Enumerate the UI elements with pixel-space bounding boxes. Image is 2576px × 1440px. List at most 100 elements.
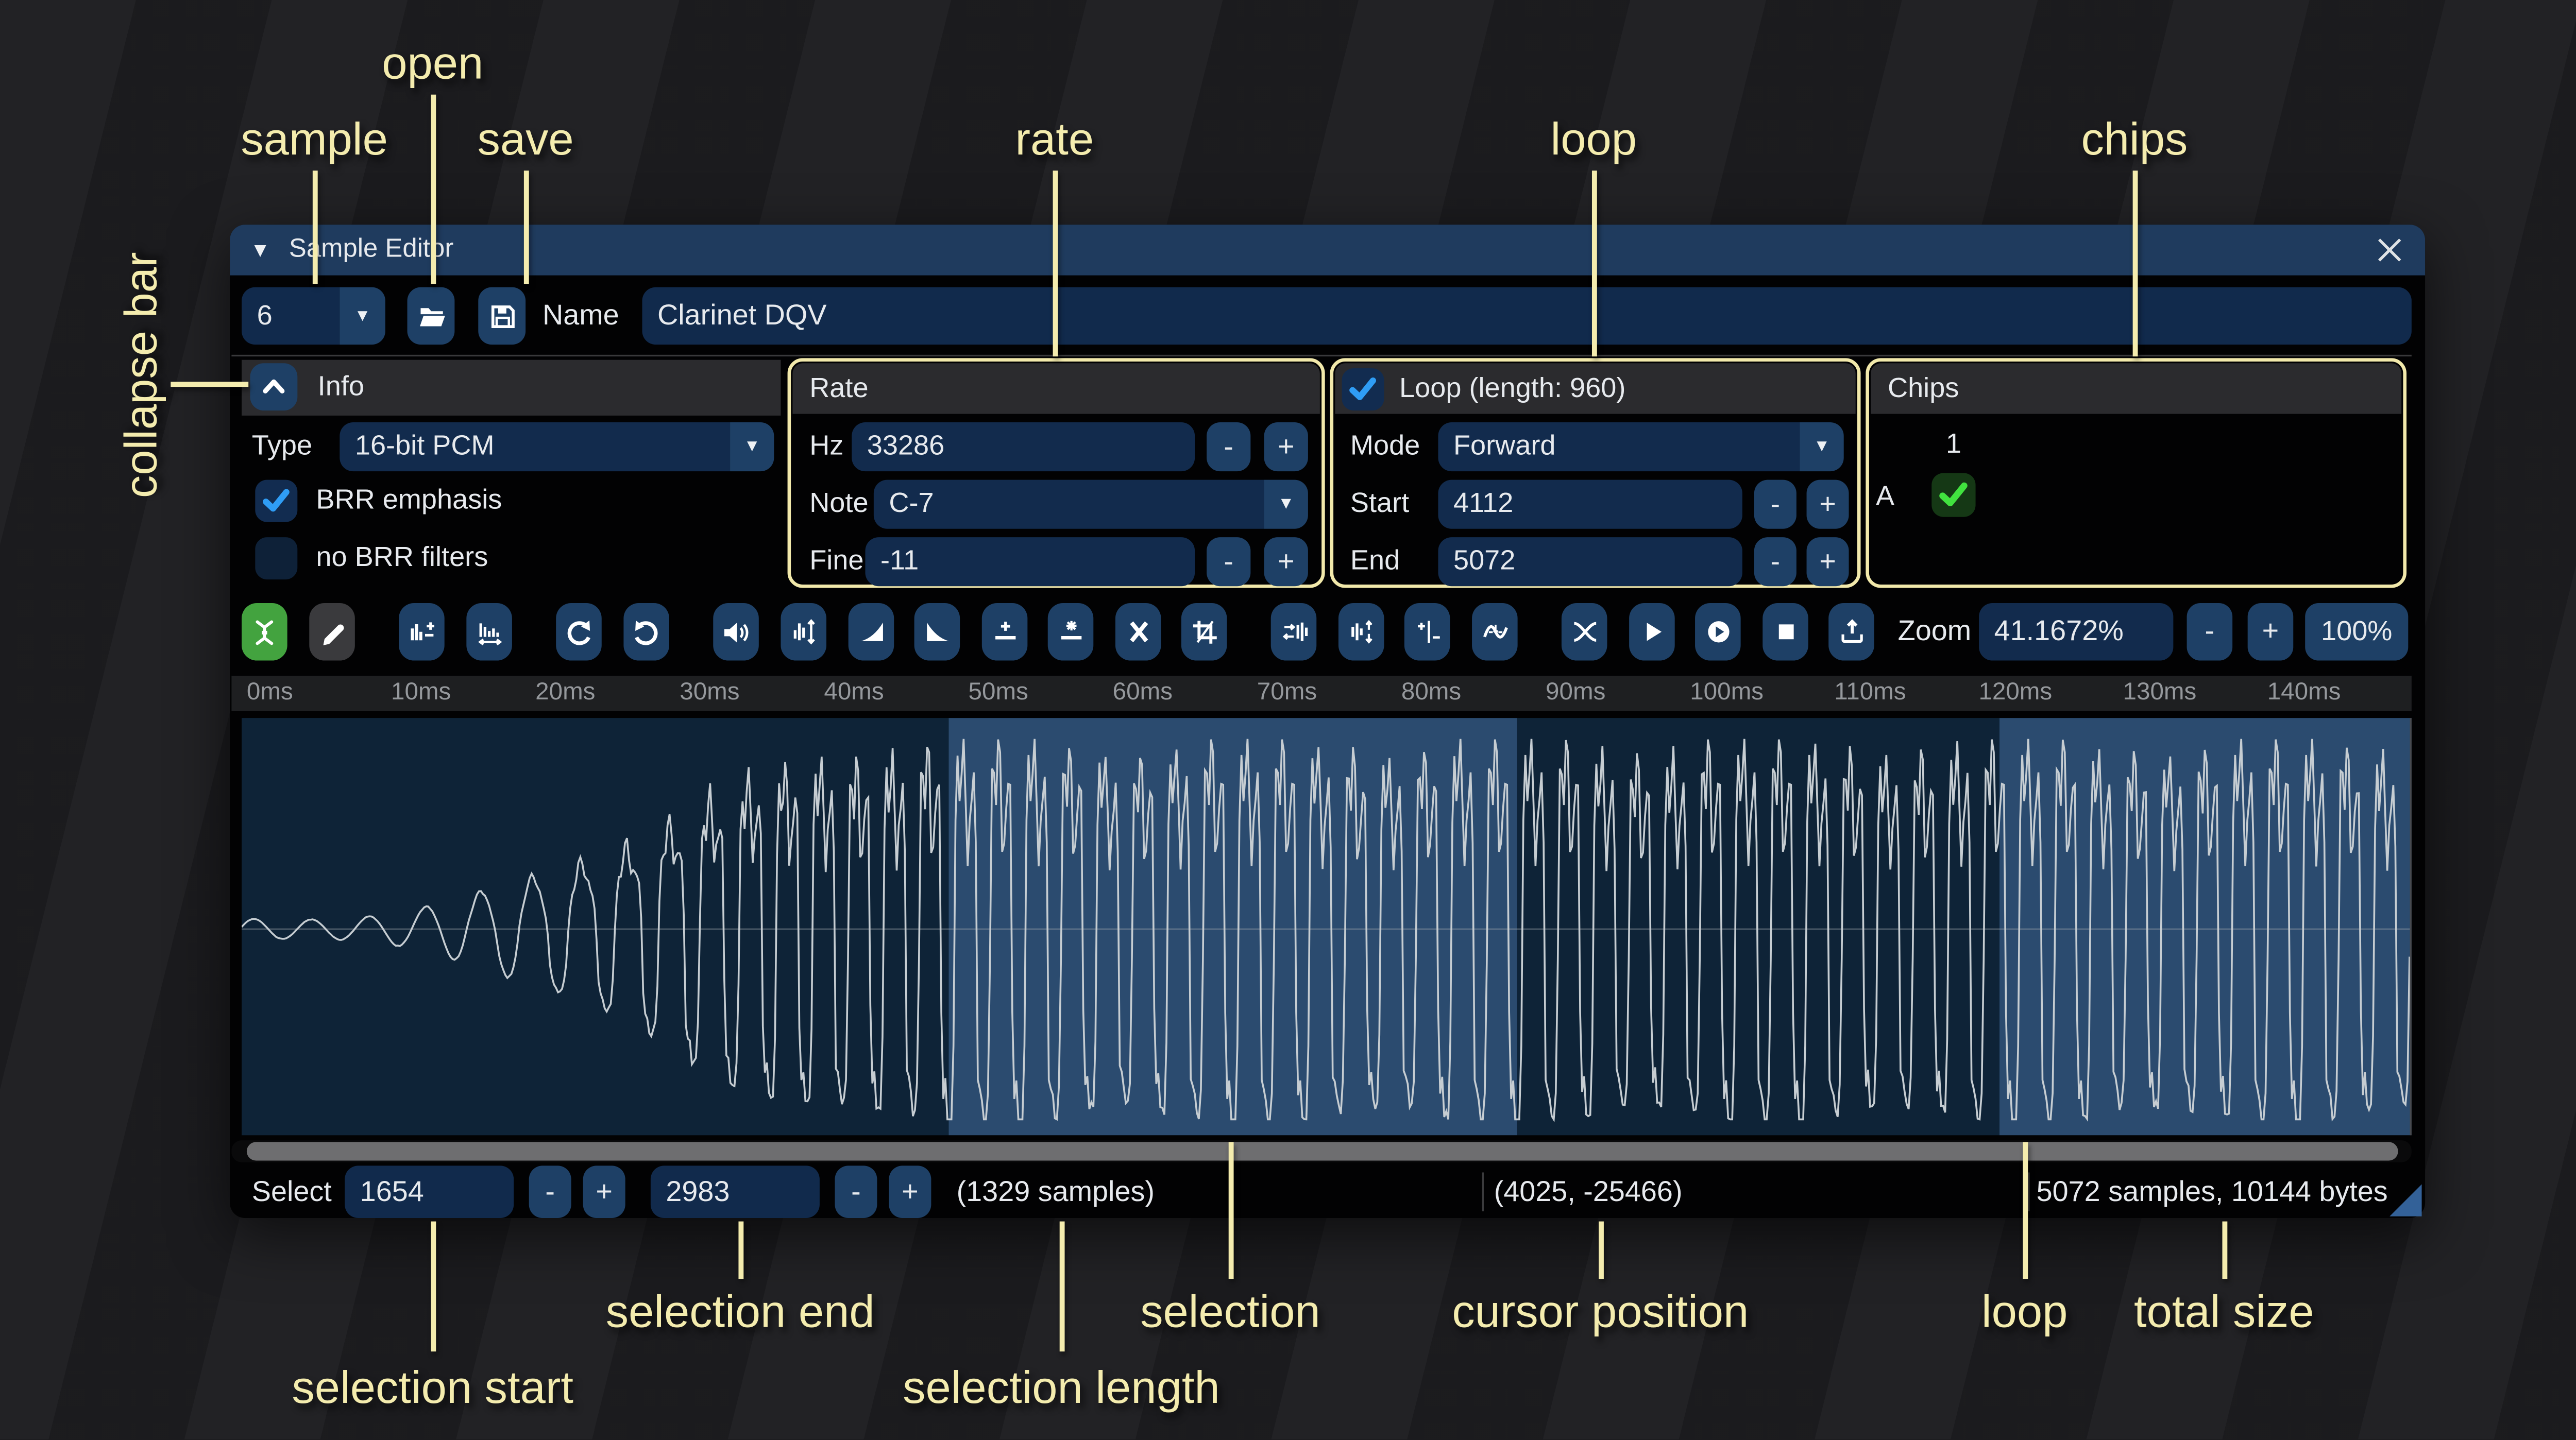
waveform-display[interactable] xyxy=(242,718,2412,1135)
fade-out-button[interactable] xyxy=(914,603,960,661)
fade-in-button[interactable] xyxy=(849,603,894,661)
waveform-scrollbar[interactable] xyxy=(231,1139,2411,1161)
ruler-tick: 90ms xyxy=(1546,679,1605,706)
brr-emphasis-checkbox[interactable] xyxy=(255,480,297,522)
sample-name-input[interactable]: Clarinet DQV xyxy=(642,287,2411,345)
annotation-line xyxy=(2022,1142,2027,1279)
titlebar[interactable] xyxy=(229,225,2424,275)
trim-button[interactable] xyxy=(1181,603,1227,661)
zoom-reset-button[interactable]: 100% xyxy=(2305,603,2408,661)
selection-end-increment-button[interactable]: + xyxy=(889,1165,931,1218)
annotation-line xyxy=(430,1222,435,1352)
ruler-tick: 50ms xyxy=(969,679,1028,706)
loop-end-increment-button[interactable]: + xyxy=(1807,537,1849,586)
fine-input[interactable]: -11 xyxy=(865,537,1195,586)
note-dropdown-button[interactable]: ▼ xyxy=(1264,480,1308,529)
window-resize-grip[interactable] xyxy=(2389,1184,2421,1216)
scrollbar-thumb[interactable] xyxy=(247,1141,2398,1160)
draw-pencil-button[interactable] xyxy=(309,603,355,661)
redo-button[interactable] xyxy=(623,603,669,661)
crossfade-loop-button[interactable] xyxy=(1562,603,1607,661)
invert-button[interactable] xyxy=(1338,603,1384,661)
close-icon[interactable] xyxy=(2375,235,2405,265)
window-collapse-icon[interactable]: ▼ xyxy=(242,225,279,275)
waveform-canvas[interactable] xyxy=(242,718,2410,1135)
fine-increment-button[interactable]: + xyxy=(1264,537,1308,586)
loop-end-decrement-button[interactable]: - xyxy=(1754,537,1797,586)
note-select[interactable]: C-7 xyxy=(874,480,1264,529)
ruler-tick: 0ms xyxy=(247,679,293,706)
no-brr-filters-checkbox[interactable] xyxy=(255,537,297,579)
zoom-in-button[interactable]: + xyxy=(2248,603,2294,661)
reverse-button[interactable] xyxy=(1271,603,1317,661)
selection-end-decrement-button[interactable]: - xyxy=(835,1165,877,1218)
edit-select-button[interactable] xyxy=(242,603,287,661)
undo-button[interactable] xyxy=(556,603,602,661)
crop-icon xyxy=(1191,619,1217,645)
annotation-selection: selection xyxy=(1140,1287,1320,1339)
apply-silence-button[interactable] xyxy=(1048,603,1094,661)
amplify-button[interactable] xyxy=(713,603,759,661)
export-button[interactable] xyxy=(1828,603,1874,661)
checkmark-icon xyxy=(260,485,292,517)
zoom-out-button[interactable]: - xyxy=(2187,603,2233,661)
sample-type-dropdown-button[interactable]: ▼ xyxy=(730,422,774,471)
save-sample-button[interactable] xyxy=(478,287,526,345)
selection-start-increment-button[interactable]: + xyxy=(583,1165,625,1218)
loop-mode-select[interactable]: Forward xyxy=(1438,422,1800,471)
hz-increment-button[interactable]: + xyxy=(1264,422,1308,471)
chips-panel-title: Chips xyxy=(1888,372,1959,404)
stop-button[interactable] xyxy=(1762,603,1808,661)
loop-mode-dropdown-button[interactable]: ▼ xyxy=(1800,422,1843,471)
annotation-cursor-position: cursor position xyxy=(1452,1287,1749,1339)
sample-type-select[interactable]: 16-bit PCM xyxy=(340,422,730,471)
crossfade-icon xyxy=(1571,619,1598,645)
sample-number-dropdown-button[interactable]: ▼ xyxy=(340,287,385,345)
loop-enable-checkbox[interactable] xyxy=(1342,367,1384,409)
selection-region[interactable] xyxy=(948,718,1517,1135)
normalize-button[interactable] xyxy=(781,603,826,661)
statusbar-divider xyxy=(2028,1172,2029,1211)
loop-end-input[interactable]: 5072 xyxy=(1438,537,1742,586)
delete-button[interactable] xyxy=(1115,603,1161,661)
resample-button[interactable] xyxy=(466,603,512,661)
zoom-input[interactable]: 41.1672% xyxy=(1979,603,2173,661)
sample-number-select[interactable]: 6 xyxy=(242,287,340,345)
annotation-selection-start: selection start xyxy=(292,1362,573,1415)
timeline-ruler[interactable]: 0ms10ms20ms30ms40ms50ms60ms70ms80ms90ms1… xyxy=(231,676,2411,711)
fine-decrement-button[interactable]: - xyxy=(1207,537,1250,586)
insert-silence-button[interactable] xyxy=(982,603,1028,661)
type-label: Type xyxy=(252,422,312,471)
chip-a1-checkbox[interactable] xyxy=(1931,473,1975,517)
fade-in-icon xyxy=(858,619,885,645)
preview-button[interactable] xyxy=(1629,603,1675,661)
apply-filter-button[interactable] xyxy=(1472,603,1518,661)
selection-start-decrement-button[interactable]: - xyxy=(529,1165,571,1218)
hz-input[interactable]: 33286 xyxy=(852,422,1195,471)
loop-start-input[interactable]: 4112 xyxy=(1438,480,1742,529)
waveform-section: 0ms10ms20ms30ms40ms50ms60ms70ms80ms90ms1… xyxy=(0,0,2576,1440)
undo-icon xyxy=(565,618,594,646)
collapse-bar-button[interactable] xyxy=(249,363,297,410)
annotation-line xyxy=(1598,1222,1603,1279)
annotation-rate: rate xyxy=(1015,114,1094,166)
open-sample-button[interactable] xyxy=(408,287,455,345)
loop-start-decrement-button[interactable]: - xyxy=(1754,480,1797,529)
fine-label: Fine xyxy=(809,537,863,586)
hz-decrement-button[interactable]: - xyxy=(1207,422,1250,471)
annotation-collapse-bar: collapse bar xyxy=(116,252,168,498)
selection-end-input[interactable]: 2983 xyxy=(651,1165,820,1218)
loop-panel-title: Loop (length: 960) xyxy=(1399,363,1625,414)
rate-panel-title: Rate xyxy=(809,372,868,404)
plus-minus-divider-icon xyxy=(1414,619,1440,645)
filter-curve-icon xyxy=(1481,619,1508,645)
chips-column-header: 1 xyxy=(1931,424,1975,466)
mode-label: Mode xyxy=(1350,422,1420,471)
preview-cursor-button[interactable] xyxy=(1695,603,1741,661)
resize-button[interactable] xyxy=(399,603,445,661)
loop-start-increment-button[interactable]: + xyxy=(1807,480,1849,529)
cursor-position-text: (4025, -25466) xyxy=(1494,1165,1683,1218)
selection-start-input[interactable]: 1654 xyxy=(345,1165,514,1218)
chips-row-label: A xyxy=(1876,475,1894,519)
signed-unsigned-button[interactable] xyxy=(1404,603,1450,661)
